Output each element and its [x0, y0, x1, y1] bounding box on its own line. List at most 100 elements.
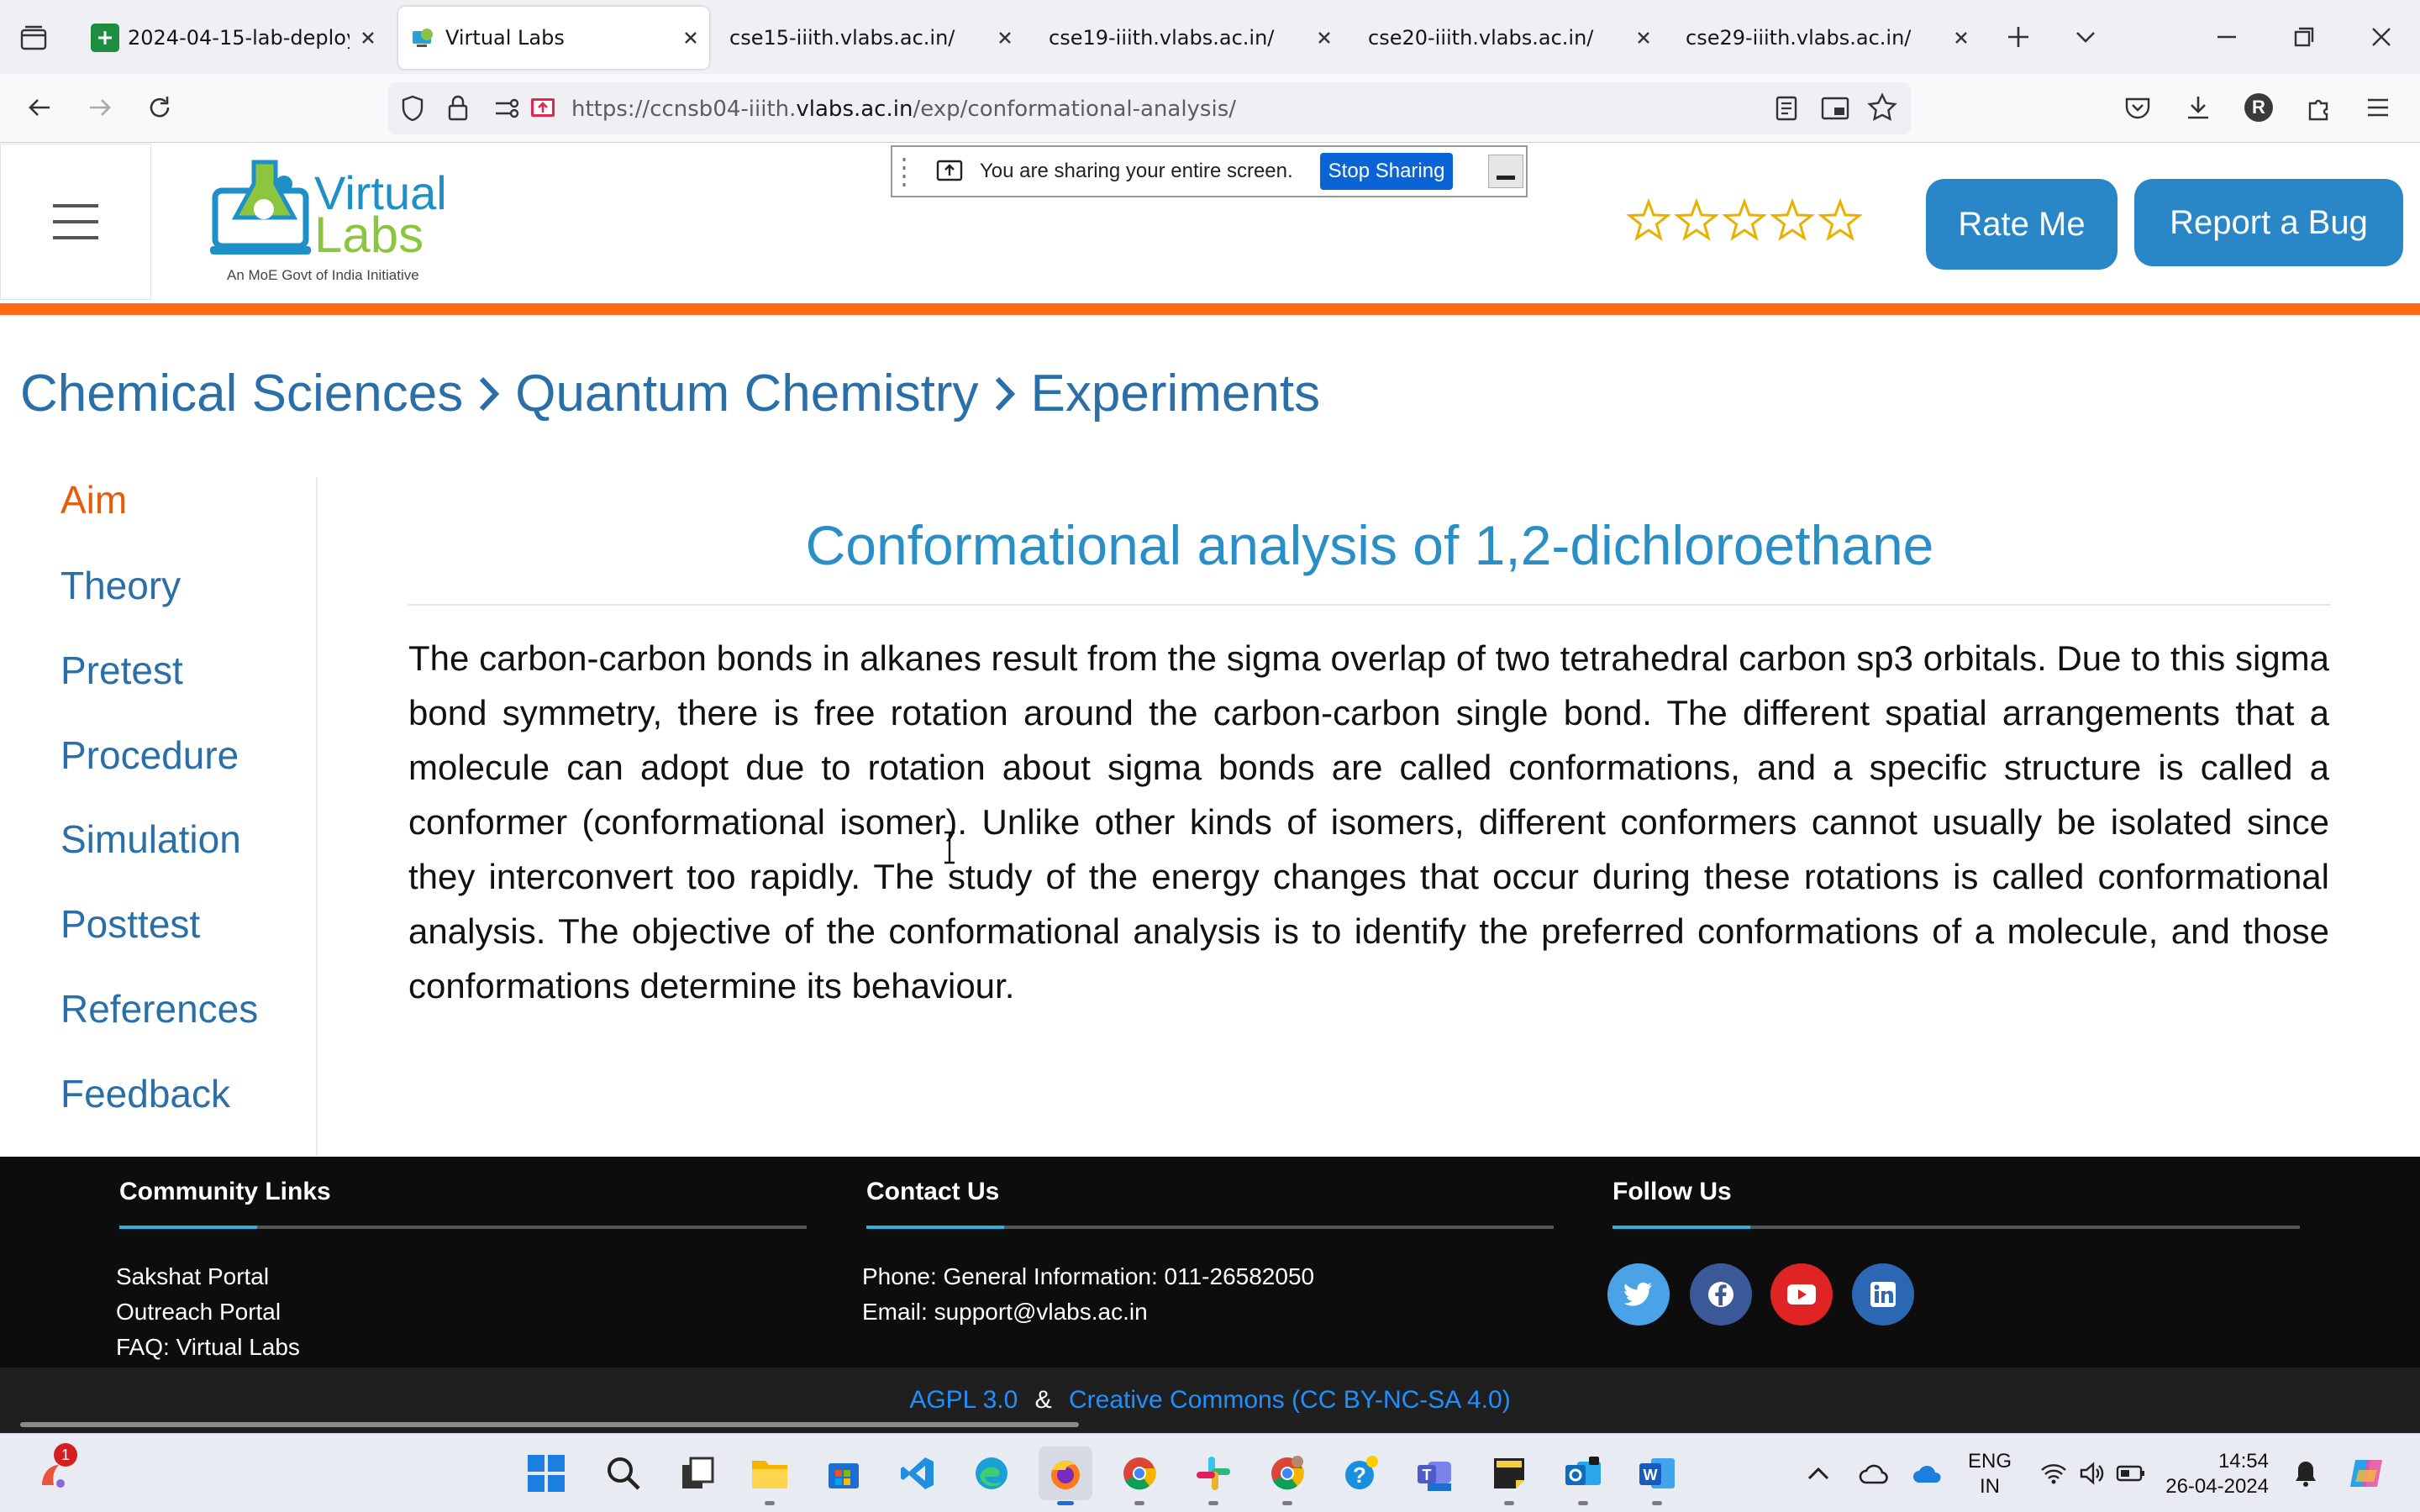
share-screen-icon: [936, 160, 963, 183]
show-hidden-icons-chevron-icon[interactable]: [1791, 1446, 1845, 1500]
outlook-icon[interactable]: [1556, 1446, 1610, 1505]
chrome-icon[interactable]: [1113, 1446, 1166, 1505]
battery-icon[interactable]: [2104, 1446, 2158, 1500]
cloud-icon[interactable]: [1847, 1446, 1901, 1500]
close-tab-icon[interactable]: [986, 19, 1023, 56]
breadcrumb-experiments[interactable]: Experiments: [1031, 364, 1321, 423]
tab-overview-icon[interactable]: [15, 20, 52, 57]
notification-app-icon[interactable]: 1: [25, 1443, 79, 1500]
browser-tab[interactable]: cse19-iiith.vlabs.ac.in/: [1040, 7, 1343, 69]
drag-handle-icon[interactable]: [901, 155, 911, 188]
reader-view-icon[interactable]: [1773, 94, 1800, 123]
word-icon[interactable]: W: [1630, 1446, 1684, 1505]
sidebar-item-pretest[interactable]: Pretest: [60, 648, 183, 693]
firefox-icon[interactable]: [1039, 1446, 1092, 1505]
star-icon[interactable]: [1818, 197, 1862, 241]
star-icon[interactable]: [1770, 197, 1815, 241]
close-tab-icon[interactable]: [1306, 19, 1343, 56]
slack-icon[interactable]: [1186, 1446, 1240, 1505]
contact-email[interactable]: Email: support@vlabs.ac.in: [862, 1299, 1148, 1326]
sakshat-portal-link[interactable]: Sakshat Portal: [116, 1263, 269, 1290]
close-tab-icon[interactable]: [1625, 19, 1662, 56]
sidebar-item-simulation[interactable]: Simulation: [60, 816, 241, 862]
star-icon[interactable]: [1674, 197, 1719, 241]
vscode-icon[interactable]: [891, 1446, 944, 1500]
back-arrow-icon[interactable]: [17, 84, 64, 131]
virtual-labs-logo[interactable]: Virtual Labs An MoE Govt of India Initia…: [210, 155, 454, 290]
address-bar[interactable]: https://ccnsb04-iiith.vlabs.ac.in/exp/co…: [388, 82, 1911, 134]
copilot-icon[interactable]: [2339, 1446, 2393, 1500]
restore-icon[interactable]: [2279, 12, 2329, 62]
browser-tab-active[interactable]: Virtual Labs: [398, 7, 709, 69]
profile-avatar[interactable]: R: [2235, 84, 2282, 131]
twitter-icon[interactable]: [1607, 1263, 1670, 1326]
tab-list-chevron-icon[interactable]: [2060, 12, 2111, 62]
browser-tab[interactable]: cse29-iiith.vlabs.ac.in/: [1677, 7, 1980, 69]
sidebar-item-posttest[interactable]: Posttest: [60, 901, 200, 947]
outreach-portal-link[interactable]: Outreach Portal: [116, 1299, 281, 1326]
minimize-share-bar-icon[interactable]: [1488, 155, 1524, 188]
sidebar-item-procedure[interactable]: Procedure: [60, 732, 239, 778]
star-icon[interactable]: [1722, 197, 1767, 241]
teams-icon[interactable]: T: [1408, 1446, 1462, 1500]
new-tab-plus-icon[interactable]: [1993, 12, 2044, 62]
hamburger-menu-icon[interactable]: [0, 144, 151, 300]
reload-icon[interactable]: [136, 84, 183, 131]
downloads-icon[interactable]: [2175, 84, 2222, 131]
lock-icon[interactable]: [445, 94, 471, 123]
star-icon[interactable]: [1626, 197, 1671, 241]
minimize-icon[interactable]: [2202, 12, 2252, 62]
sidebar-item-theory[interactable]: Theory: [60, 563, 181, 608]
app-menu-icon[interactable]: [2354, 84, 2402, 131]
breadcrumb-chemical-sciences[interactable]: Chemical Sciences: [20, 364, 463, 423]
task-view-icon[interactable]: [671, 1446, 724, 1500]
close-window-icon[interactable]: [2356, 12, 2407, 62]
permissions-icon[interactable]: [492, 96, 521, 121]
browser-tab[interactable]: cse15-iiith.vlabs.ac.in/: [721, 7, 1023, 69]
bookmark-star-icon[interactable]: [1867, 92, 1897, 123]
report-bug-button[interactable]: Report a Bug: [2134, 179, 2403, 266]
sticky-notes-icon[interactable]: [1482, 1446, 1536, 1505]
creative-commons-link[interactable]: Creative Commons (CC BY-NC-SA 4.0): [1069, 1386, 1511, 1414]
sidebar-item-aim[interactable]: Aim: [60, 477, 127, 522]
system-clock[interactable]: 14:54 26-04-2024: [2160, 1449, 2269, 1499]
rating-stars[interactable]: [1625, 197, 1862, 244]
help-app-icon[interactable]: ?: [1334, 1446, 1388, 1500]
extensions-puzzle-icon[interactable]: [2296, 84, 2343, 131]
language-indicator[interactable]: ENG IN: [1963, 1449, 2017, 1499]
onedrive-icon[interactable]: [1901, 1446, 1954, 1500]
linkedin-icon[interactable]: [1852, 1263, 1914, 1326]
pocket-icon[interactable]: [2114, 84, 2161, 131]
chrome-profile-icon[interactable]: [1260, 1446, 1314, 1505]
faq-link[interactable]: FAQ: Virtual Labs: [116, 1334, 300, 1361]
youtube-icon[interactable]: [1770, 1263, 1833, 1326]
stop-sharing-button[interactable]: Stop Sharing: [1319, 153, 1454, 190]
header-accent-bar: [0, 303, 2420, 315]
windows-start-icon[interactable]: [519, 1446, 573, 1500]
picture-in-picture-icon[interactable]: [1820, 94, 1850, 123]
url-text[interactable]: https://ccnsb04-iiith.vlabs.ac.in/exp/co…: [571, 97, 1236, 122]
facebook-icon[interactable]: [1690, 1263, 1752, 1326]
screen-share-indicator-icon[interactable]: [529, 96, 556, 121]
shield-icon[interactable]: [398, 94, 427, 123]
file-explorer-icon[interactable]: [743, 1446, 797, 1505]
horizontal-scrollbar[interactable]: [20, 1422, 1079, 1427]
browser-tab[interactable]: 2024-04-15-lab-deploym: [84, 7, 387, 69]
agpl-link[interactable]: AGPL 3.0: [909, 1386, 1018, 1414]
browser-tab[interactable]: cse20-iiith.vlabs.ac.in/: [1360, 7, 1662, 69]
star-rating-icons[interactable]: [1625, 197, 1862, 244]
edge-browser-icon[interactable]: [965, 1446, 1018, 1500]
sidebar-item-references[interactable]: References: [60, 986, 258, 1032]
tab-label: cse19-iiith.vlabs.ac.in/: [1049, 26, 1275, 50]
close-tab-icon[interactable]: [350, 19, 387, 56]
sidebar-item-feedback[interactable]: Feedback: [60, 1071, 230, 1116]
search-icon[interactable]: [597, 1446, 650, 1500]
breadcrumb-quantum-chemistry[interactable]: Quantum Chemistry: [515, 364, 978, 423]
forward-arrow-icon[interactable]: [76, 84, 123, 131]
close-tab-icon[interactable]: [1943, 19, 1980, 56]
microsoft-store-icon[interactable]: [817, 1446, 871, 1500]
close-tab-icon[interactable]: [672, 19, 709, 56]
notification-bell-icon[interactable]: [2279, 1446, 2333, 1500]
svg-text:?: ?: [1353, 1462, 1366, 1488]
rate-me-button[interactable]: Rate Me: [1926, 179, 2118, 270]
